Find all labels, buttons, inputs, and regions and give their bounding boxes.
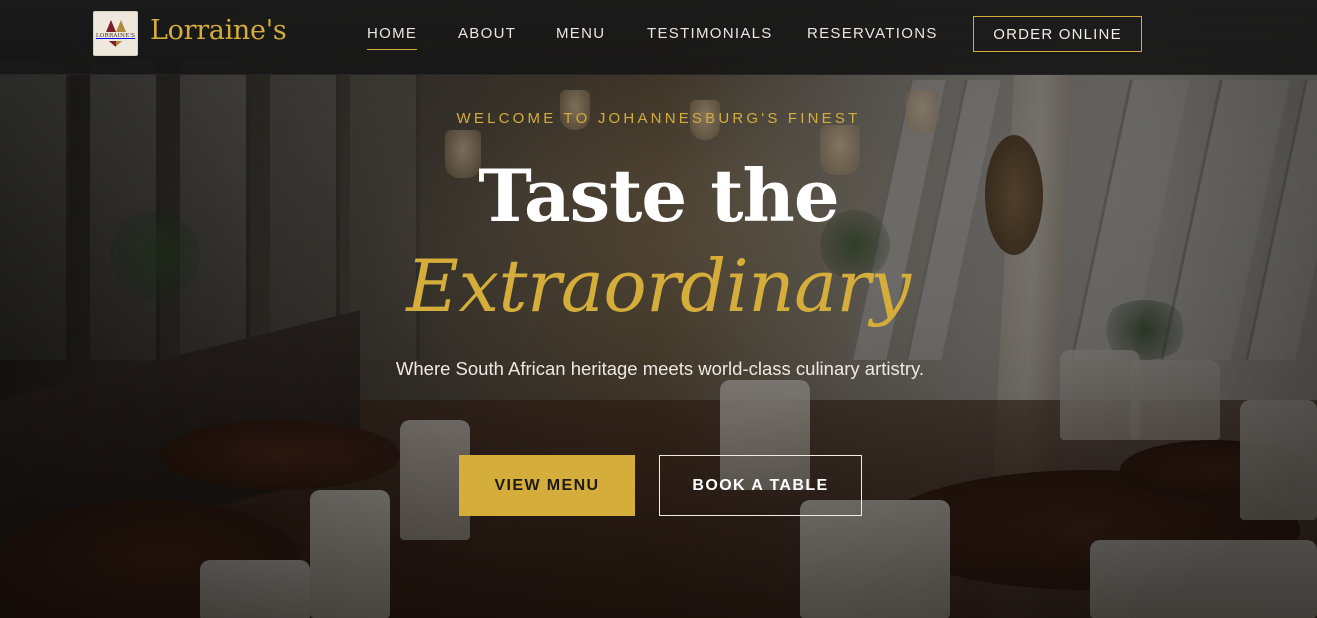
- site-navbar: LORRAINE'S Lorraine's HOME ABOUT MENU TE…: [0, 0, 1317, 75]
- nav-link-home[interactable]: HOME: [367, 25, 418, 50]
- book-a-table-button[interactable]: BOOK A TABLE: [659, 455, 862, 516]
- logo-badge-text: LORRAINE'S: [95, 33, 136, 40]
- logo-icon[interactable]: LORRAINE'S: [93, 11, 138, 56]
- hero-subtext: Where South African heritage meets world…: [395, 358, 925, 379]
- nav-link-testimonials[interactable]: TESTIMONIALS: [647, 25, 773, 42]
- nav-link-menu[interactable]: MENU: [556, 25, 605, 42]
- hero-headline-accent: Extraordinary: [406, 244, 911, 328]
- nav-link-reservations[interactable]: RESERVATIONS: [807, 25, 938, 42]
- order-online-button[interactable]: ORDER ONLINE: [973, 16, 1142, 52]
- nav-link-about[interactable]: ABOUT: [458, 25, 516, 42]
- hero-headline: Taste the: [478, 153, 839, 238]
- logo-crest-icon: [105, 20, 127, 33]
- logo-crest-bottom-icon: [108, 40, 123, 47]
- brand-name[interactable]: Lorraine's: [150, 15, 287, 46]
- hero-eyebrow: WELCOME TO JOHANNESBURG'S FINEST: [456, 110, 861, 127]
- view-menu-button[interactable]: VIEW MENU: [459, 455, 635, 516]
